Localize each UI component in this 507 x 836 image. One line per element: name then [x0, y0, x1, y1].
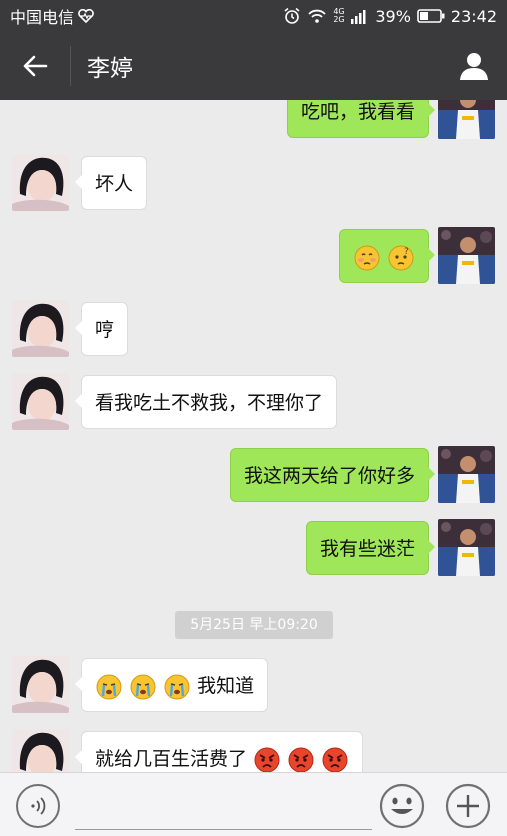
chat-area[interactable]: 吃吧，我看看 坏人 ? 哼 看我吃土不救我，不理你了 我这两天给了你好多 我有些… — [0, 100, 507, 772]
message-bubble[interactable]: 看我吃土不救我，不理你了 — [74, 375, 338, 429]
avatar[interactable] — [438, 519, 495, 576]
message-bubble[interactable]: 我有些迷茫 — [305, 521, 436, 575]
voice-button[interactable] — [16, 784, 60, 828]
message-bubble[interactable]: 哼 — [74, 302, 129, 356]
header-divider — [70, 46, 71, 86]
back-button[interactable] — [0, 32, 70, 100]
chat-header: 李婷 — [0, 32, 507, 100]
message-text: 我知道 — [197, 675, 255, 697]
alarm-icon — [284, 7, 300, 24]
avatar[interactable] — [12, 729, 69, 772]
emoji-icon — [379, 783, 425, 829]
confused-emoji-icon: ? — [388, 245, 414, 270]
message-bubble[interactable]: 我这两天给了你好多 — [229, 448, 436, 502]
network-label: 4G 2G — [333, 7, 345, 24]
avatar[interactable] — [438, 100, 495, 139]
carrier-name: 中国电信 — [10, 8, 75, 27]
wifi-icon — [308, 9, 326, 23]
angry-emoji-icon — [254, 747, 280, 772]
input-bar — [0, 772, 507, 836]
angry-emoji-icon — [288, 747, 314, 772]
svg-text:?: ? — [404, 247, 409, 257]
battery-icon — [417, 9, 445, 23]
back-arrow-icon — [23, 55, 48, 77]
avatar[interactable] — [12, 656, 69, 713]
emoji-button[interactable] — [379, 783, 425, 829]
timestamp-label: 5月25日 早上09:20 — [175, 611, 333, 639]
voice-icon — [31, 797, 46, 815]
message-bubble[interactable]: 就给几百生活费了 — [74, 731, 364, 772]
status-bar: 中国电信 4G 2G 39% 23:42 — [0, 0, 507, 32]
avatar[interactable] — [12, 154, 69, 211]
message-bubble[interactable]: 坏人 — [74, 156, 148, 210]
avatar[interactable] — [12, 300, 69, 357]
message-bubble[interactable]: ? — [338, 229, 436, 283]
status-right: 4G 2G 39% 23:42 — [283, 7, 497, 26]
avatar[interactable] — [438, 446, 495, 503]
angry-emoji-icon — [322, 747, 348, 772]
crying-emoji-icon — [130, 674, 156, 699]
heart-icon — [78, 9, 94, 23]
plus-button[interactable] — [445, 783, 491, 829]
clock-time: 23:42 — [450, 6, 497, 26]
profile-button[interactable] — [441, 32, 507, 100]
shy-emoji-icon — [354, 245, 380, 270]
crying-emoji-icon — [96, 674, 122, 699]
avatar[interactable] — [438, 227, 495, 284]
carrier-group: 中国电信 — [10, 4, 94, 28]
plus-icon — [445, 783, 491, 829]
chat-title: 李婷 — [87, 56, 133, 82]
message-text: 就给几百生活费了 — [95, 748, 248, 770]
message-input[interactable] — [75, 829, 372, 830]
message-bubble[interactable]: 我知道 — [74, 658, 269, 712]
person-icon — [460, 53, 488, 80]
message-bubble[interactable]: 吃吧，我看看 — [286, 100, 436, 138]
battery-percent: 39% — [375, 6, 411, 26]
crying-emoji-icon — [164, 674, 190, 699]
avatar[interactable] — [12, 373, 69, 430]
signal-icon — [351, 10, 366, 24]
